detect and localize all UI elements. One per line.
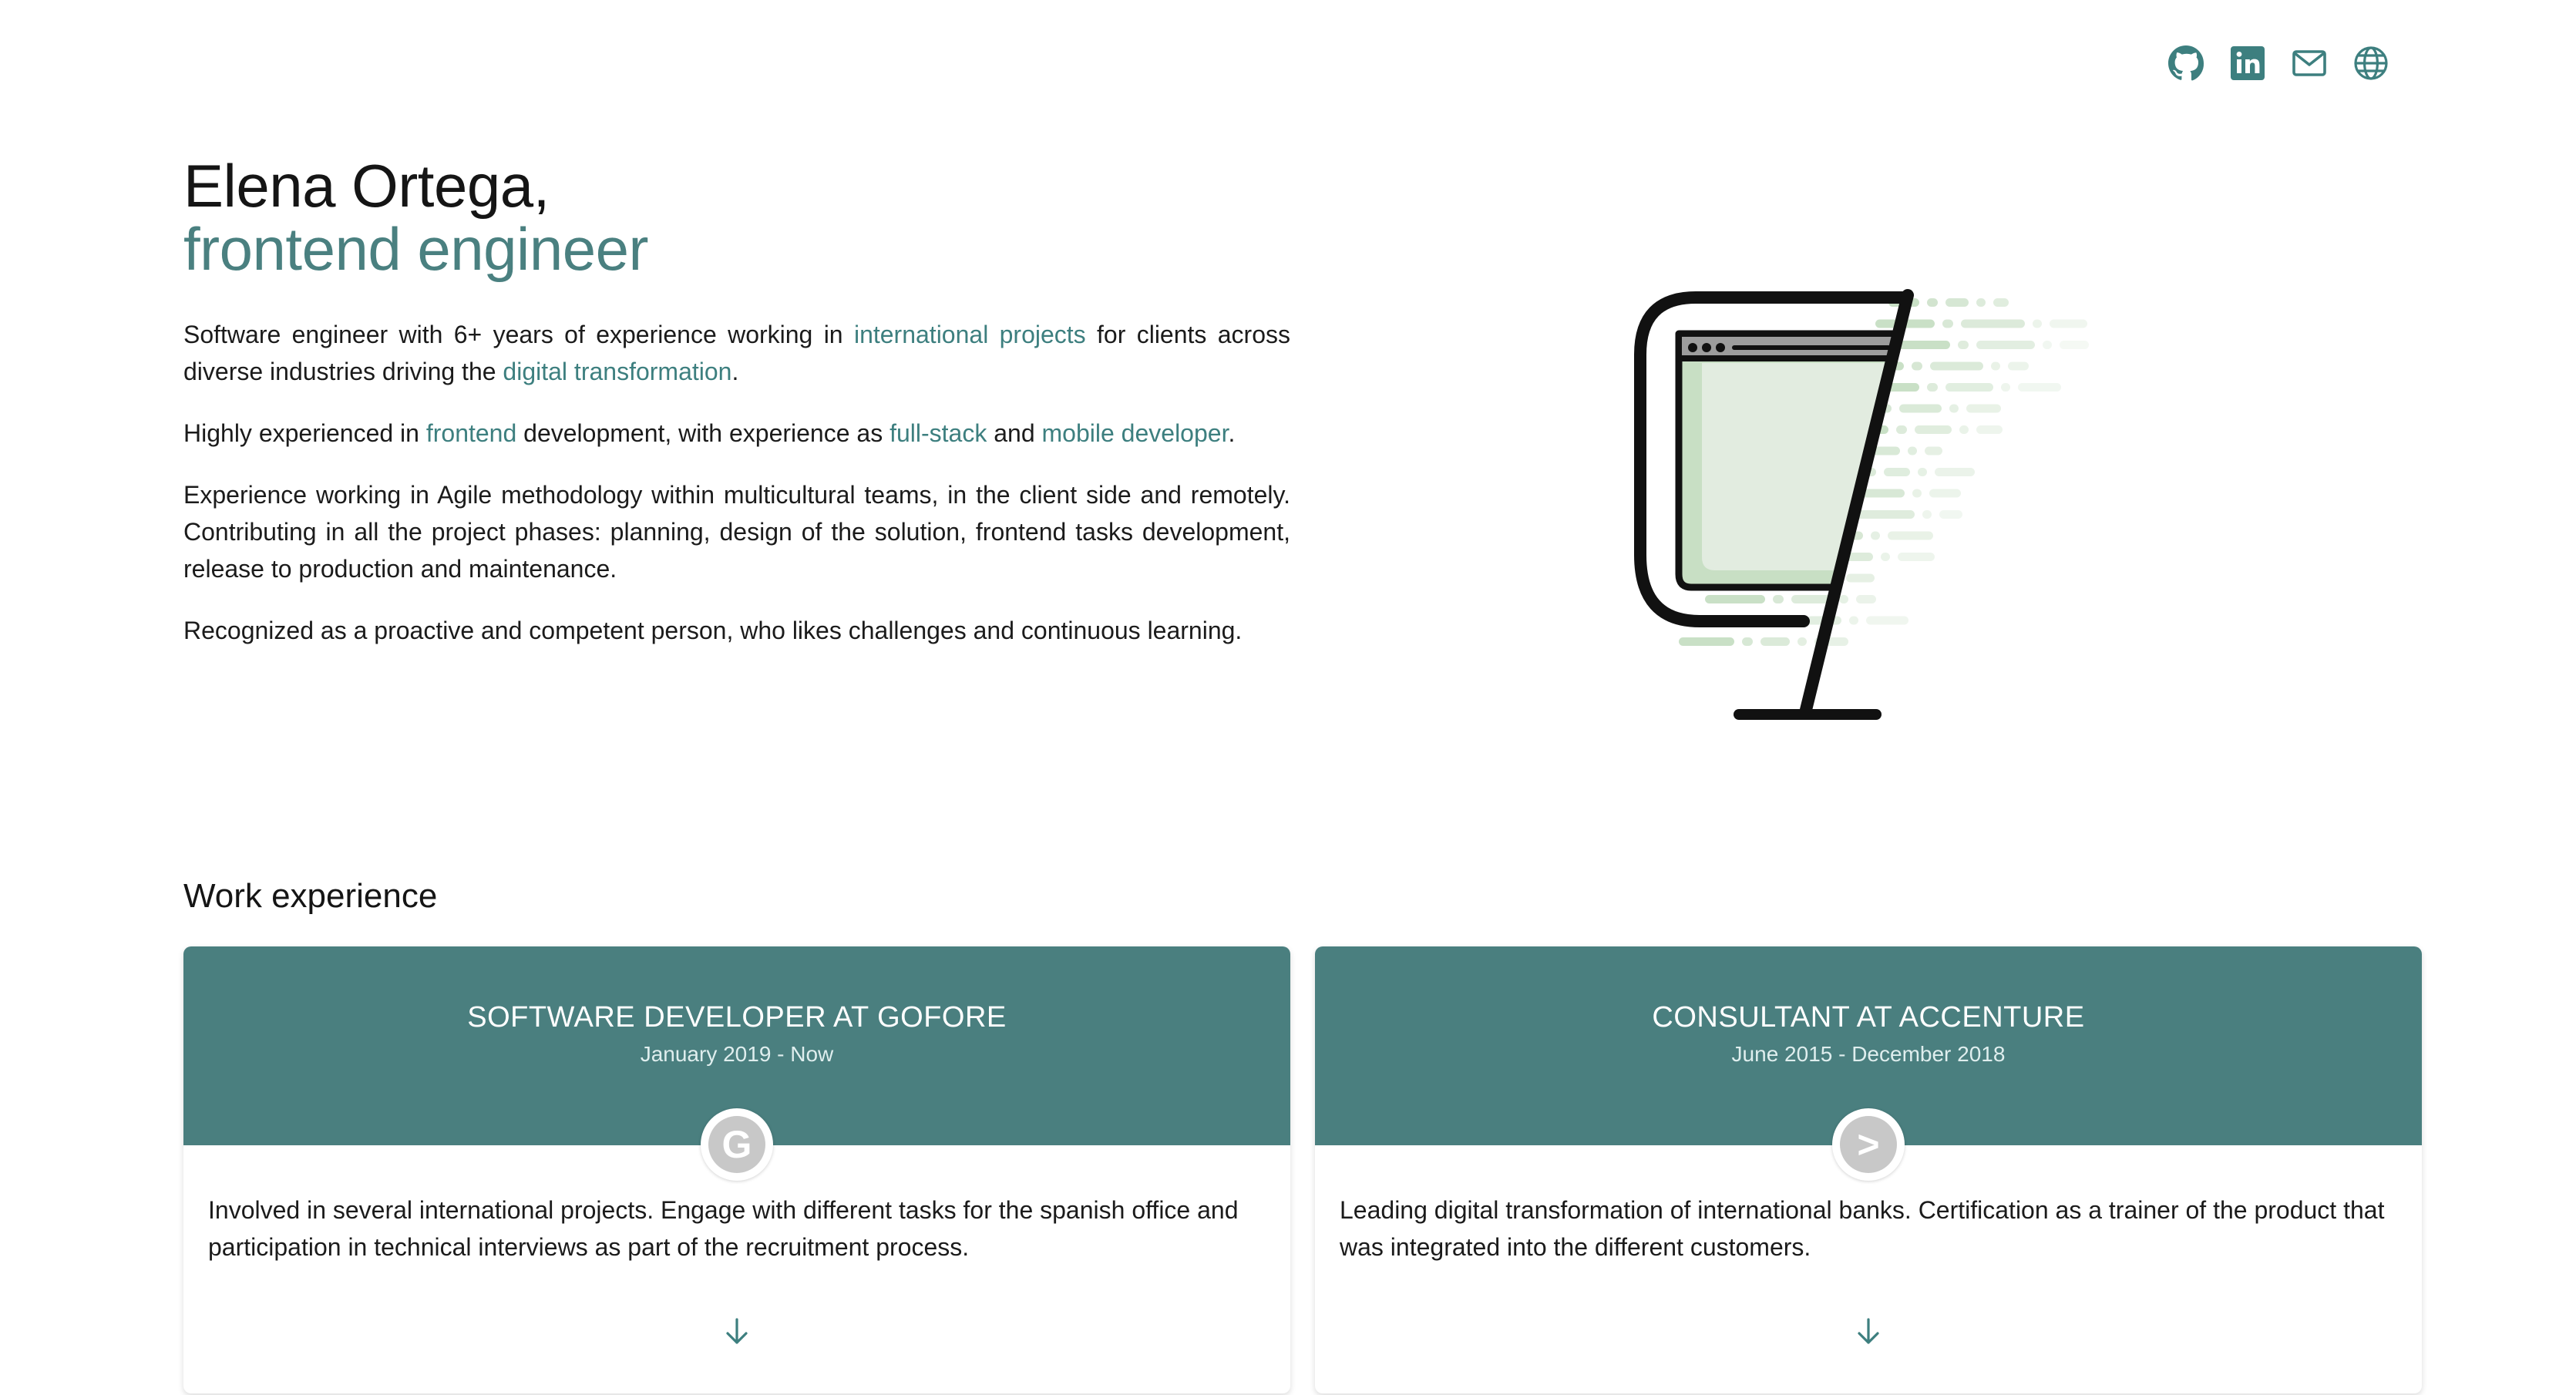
code-line-segment — [1856, 595, 1876, 603]
social-links — [2167, 45, 2389, 82]
github-icon — [2168, 45, 2204, 81]
job-card-accenture: CONSULTANT AT ACCENTURE June 2015 - Dece… — [1315, 946, 2422, 1393]
code-line-segment — [1993, 298, 2009, 307]
code-line-segment — [1705, 595, 1765, 603]
code-line-segment — [1961, 319, 2025, 328]
gofore-logo-icon: G — [708, 1116, 765, 1173]
bio: Software engineer with 6+ years of exper… — [183, 316, 1290, 649]
email-link[interactable] — [2291, 45, 2328, 82]
highlight-mobile-developer: mobile developer — [1041, 419, 1229, 447]
highlight-digital-transformation: digital transformation — [503, 358, 732, 385]
bio-paragraph-1: Software engineer with 6+ years of exper… — [183, 316, 1290, 390]
job-title: CONSULTANT AT ACCENTURE — [1652, 1001, 2085, 1034]
bio-text: . — [731, 358, 739, 385]
code-line-segment — [1679, 637, 1734, 646]
code-line-segment — [2018, 383, 2061, 392]
highlight-international-projects: international projects — [853, 321, 1086, 348]
code-line-segment — [1966, 404, 2001, 413]
accenture-logo-icon: > — [1840, 1116, 1897, 1173]
code-line-segment — [1945, 298, 1969, 307]
code-line-segment — [2033, 319, 2042, 328]
bio-text: . — [1228, 419, 1236, 447]
code-line-segment — [1884, 468, 1910, 476]
code-line-segment — [1839, 595, 1848, 603]
code-line-segment — [1915, 425, 1952, 434]
code-line-segment — [1871, 531, 1880, 540]
mail-icon — [2292, 50, 2326, 76]
code-line-segment — [1922, 510, 1932, 519]
code-line-segment — [1929, 489, 1961, 498]
intro-section: Elena Ortega, frontend engineer Software… — [183, 154, 1290, 674]
person-name: Elena Ortega, — [183, 152, 550, 220]
code-line-segment — [1908, 446, 1917, 455]
code-line-segment — [1918, 468, 1927, 476]
code-line-segment — [1927, 298, 1938, 307]
bio-text: Highly experienced in — [183, 419, 426, 447]
code-line-segment — [2050, 319, 2087, 328]
code-line-segment — [1942, 319, 1953, 328]
job-card-gofore: SOFTWARE DEVELOPER AT GOFORE January 201… — [183, 946, 1290, 1393]
code-line-segment — [2043, 341, 2052, 349]
job-dates: June 2015 - December 2018 — [1731, 1042, 2006, 1066]
code-line-segment — [1976, 425, 2003, 434]
code-line-segment — [1991, 361, 2000, 371]
code-line-segment — [1976, 298, 1986, 307]
arrow-down-icon[interactable] — [723, 1316, 751, 1347]
monitor-code-illustration — [1634, 289, 2089, 720]
code-line-segment — [2008, 361, 2029, 371]
job-dates: January 2019 - Now — [640, 1042, 834, 1066]
arrow-down-icon[interactable] — [1855, 1316, 1882, 1347]
linkedin-icon — [2231, 46, 2265, 80]
code-line-segment — [1976, 341, 2035, 349]
bio-text: and — [987, 419, 1042, 447]
highlight-full-stack: full-stack — [889, 419, 987, 447]
code-line-segment — [1935, 468, 1975, 476]
code-line-segment — [1939, 510, 1962, 519]
bio-paragraph-4: Recognized as a proactive and competent … — [183, 617, 1243, 644]
code-line-segment — [1791, 595, 1831, 603]
code-line-segment — [1912, 361, 1922, 371]
code-line-segment — [1773, 595, 1784, 603]
bio-text: Software engineer with 6+ years of exper… — [183, 321, 854, 348]
code-line-segment — [1949, 404, 1959, 413]
code-line-segment — [1927, 383, 1938, 392]
work-experience-title: Work experience — [183, 877, 438, 915]
code-line-segment — [1958, 341, 1969, 349]
code-line-segment — [1899, 404, 1942, 413]
code-line-segment — [1925, 446, 1942, 455]
bio-paragraph-3: Experience working in Agile methodology … — [183, 481, 1290, 583]
code-line-segment — [1742, 637, 1753, 646]
code-line-segment — [1945, 383, 1993, 392]
globe-icon — [2354, 46, 2388, 80]
code-line-segment — [2060, 341, 2089, 349]
code-line-segment — [1846, 573, 1875, 583]
bio-paragraph-2: Highly experienced in frontend developme… — [183, 415, 1290, 452]
code-line-segment — [1853, 510, 1915, 519]
code-line-segment — [1930, 361, 1983, 371]
code-line-segment — [1849, 616, 1858, 625]
code-line-segment — [1881, 553, 1890, 561]
code-line-segment — [1912, 489, 1922, 498]
website-link[interactable] — [2352, 45, 2389, 82]
company-logo: > — [1832, 1108, 1905, 1181]
github-link[interactable] — [2167, 45, 2204, 82]
job-title: SOFTWARE DEVELOPER AT GOFORE — [467, 1001, 1007, 1034]
code-line-segment — [2001, 383, 2010, 392]
code-line-segment — [1760, 637, 1790, 646]
code-line-segment — [1797, 637, 1807, 646]
code-line-segment — [1898, 553, 1935, 561]
code-line-segment — [1866, 616, 1908, 625]
bio-text: development, with experience as — [516, 419, 890, 447]
code-line-segment — [1888, 531, 1933, 540]
portfolio-page: Elena Ortega, frontend engineer Software… — [0, 0, 2576, 1395]
computer-illustration — [1626, 281, 2104, 728]
company-logo: G — [701, 1108, 773, 1181]
code-line-segment — [1896, 425, 1907, 434]
code-line-segment — [1959, 425, 1969, 434]
work-experience-list: SOFTWARE DEVELOPER AT GOFORE January 201… — [183, 946, 2422, 1393]
highlight-frontend: frontend — [425, 419, 517, 447]
job-role: frontend engineer — [183, 215, 648, 283]
linkedin-link[interactable] — [2229, 45, 2266, 82]
